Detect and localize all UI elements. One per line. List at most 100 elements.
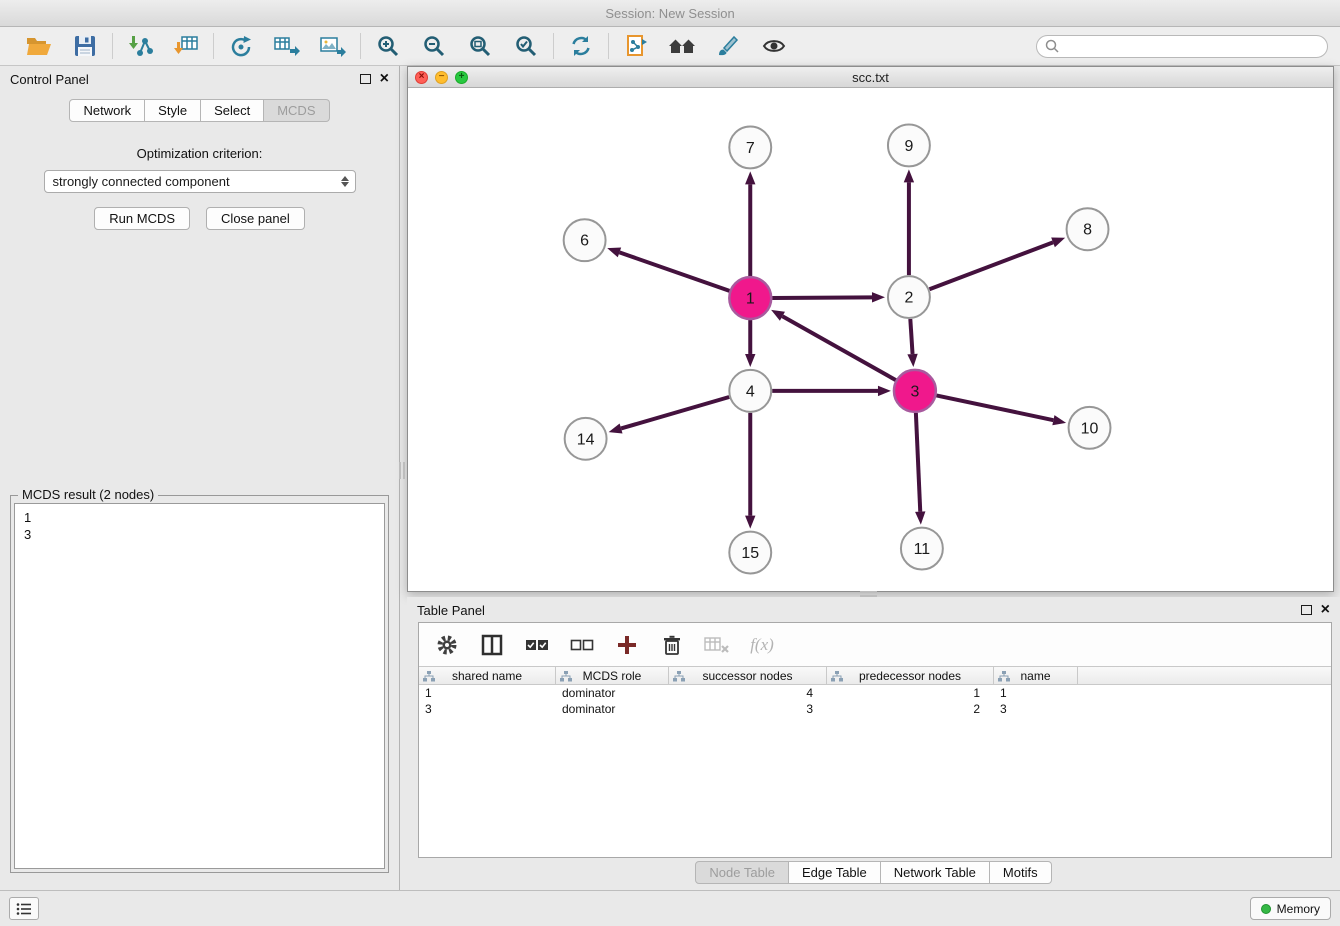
deselect-all-button[interactable] (569, 632, 595, 658)
add-row-button[interactable] (614, 632, 640, 658)
network-window-titlebar[interactable]: scc.txt × − + (408, 67, 1333, 88)
column-header-predecessor-nodes[interactable]: predecessor nodes (827, 667, 994, 684)
memory-status-dot (1261, 904, 1271, 914)
delete-table-icon (704, 635, 730, 655)
home-button[interactable] (667, 31, 697, 61)
search-icon (1045, 39, 1059, 53)
table-tab-node-table[interactable]: Node Table (695, 861, 789, 884)
column-header-label: predecessor nodes (859, 669, 961, 683)
import-table-button[interactable] (171, 31, 201, 61)
column-header-name[interactable]: name (994, 667, 1078, 684)
graph-edge-3-10[interactable] (936, 395, 1066, 425)
zoom-in-button[interactable] (373, 31, 403, 61)
close-window-button[interactable]: × (415, 71, 428, 84)
run-mcds-button[interactable]: Run MCDS (94, 207, 190, 230)
table-row[interactable]: 3dominator323 (419, 701, 1331, 717)
zoom-out-button[interactable] (419, 31, 449, 61)
minimize-window-button[interactable]: − (435, 71, 448, 84)
float-table-panel-icon[interactable] (1301, 605, 1312, 615)
tab-network[interactable]: Network (69, 99, 145, 122)
graph-edge-3-11[interactable] (915, 413, 925, 525)
save-session-button[interactable] (70, 31, 100, 61)
visibility-button[interactable] (759, 31, 789, 61)
search-input[interactable] (1063, 39, 1319, 53)
table-tab-network-table[interactable]: Network Table (881, 861, 990, 884)
graph-node-label: 9 (904, 138, 913, 155)
network-document-button[interactable] (621, 31, 651, 61)
table-cell: 2 (827, 701, 994, 717)
export-image-button[interactable] (318, 31, 348, 61)
tab-style[interactable]: Style (145, 99, 201, 122)
graph-edge-4-15[interactable] (745, 413, 755, 529)
table-tab-edge-table[interactable]: Edge Table (789, 861, 881, 884)
network-canvas[interactable]: 7 9 6 8 1 2 4 3 10 14 15 11 (408, 88, 1333, 591)
export-network-icon (229, 34, 253, 58)
zoom-fit-button[interactable] (465, 31, 495, 61)
search-box[interactable] (1036, 35, 1328, 58)
table-tab-motifs[interactable]: Motifs (990, 861, 1052, 884)
zoom-window-button[interactable]: + (455, 71, 468, 84)
export-table-button[interactable] (272, 31, 302, 61)
close-table-panel-icon[interactable]: × (1321, 604, 1330, 616)
graph-node-6[interactable]: 6 (564, 219, 606, 261)
graph-node-2[interactable]: 2 (888, 276, 930, 318)
paintbrush-icon (716, 34, 740, 58)
graph-node-4[interactable]: 4 (729, 370, 771, 412)
table-settings-button[interactable] (434, 632, 460, 658)
sort-hierarchy-icon (998, 671, 1010, 682)
select-all-button[interactable] (524, 632, 550, 658)
table-toolbar: f(x) (419, 623, 1331, 666)
delete-row-button[interactable] (659, 632, 685, 658)
function-builder-button: f(x) (749, 632, 775, 658)
graph-edge-2-9[interactable] (904, 169, 914, 275)
table-row[interactable]: 1dominator411 (419, 685, 1331, 701)
open-session-button[interactable] (24, 31, 54, 61)
close-panel-icon[interactable]: × (380, 73, 389, 85)
tab-select[interactable]: Select (201, 99, 264, 122)
column-header-mcds-role[interactable]: MCDS role (556, 667, 669, 684)
delete-table-button (704, 632, 730, 658)
task-history-button[interactable] (9, 897, 39, 920)
columns-icon (481, 634, 503, 656)
graph-node-14[interactable]: 14 (565, 418, 607, 460)
column-header-shared-name[interactable]: shared name (419, 667, 556, 684)
graph-node-3[interactable]: 3 (894, 370, 936, 412)
export-network-button[interactable] (226, 31, 256, 61)
apply-layout-button[interactable] (566, 31, 596, 61)
graph-edge-2-8[interactable] (929, 237, 1065, 289)
control-panel-tabs: NetworkStyleSelectMCDS (0, 99, 399, 122)
graph-node-11[interactable]: 11 (901, 528, 943, 570)
graph-edge-1-4[interactable] (745, 320, 755, 367)
node-table-body[interactable]: 1dominator4113dominator323 (419, 685, 1331, 857)
plus-icon (616, 634, 638, 656)
graph-node-8[interactable]: 8 (1067, 208, 1109, 250)
graph-edge-2-3[interactable] (907, 319, 917, 367)
column-header-successor-nodes[interactable]: successor nodes (669, 667, 827, 684)
close-panel-button[interactable]: Close panel (206, 207, 305, 230)
float-panel-icon[interactable] (360, 74, 371, 84)
style-button[interactable] (713, 31, 743, 61)
vertical-splitter-handle[interactable] (399, 462, 405, 479)
memory-button[interactable]: Memory (1250, 897, 1331, 920)
graph-node-7[interactable]: 7 (729, 126, 771, 168)
graph-edge-1-6[interactable] (607, 247, 729, 290)
graph-edge-1-7[interactable] (745, 171, 755, 276)
criterion-dropdown[interactable]: strongly connected component (44, 170, 356, 193)
graph-node-10[interactable]: 10 (1069, 407, 1111, 449)
table-panel-tabs: Node TableEdge TableNetwork TableMotifs (407, 861, 1340, 884)
column-header-label: shared name (452, 669, 522, 683)
zoom-selected-button[interactable] (511, 31, 541, 61)
optimization-criterion-label: Optimization criterion: (0, 146, 399, 161)
graph-edge-4-14[interactable] (609, 397, 730, 433)
graph-edge-3-1[interactable] (771, 310, 896, 380)
graph-node-9[interactable]: 9 (888, 124, 930, 166)
graph-node-15[interactable]: 15 (729, 532, 771, 574)
tab-mcds[interactable]: MCDS (264, 99, 329, 122)
graph-node-1[interactable]: 1 (729, 277, 771, 319)
import-network-button[interactable] (125, 31, 155, 61)
graph-edge-1-2[interactable] (772, 292, 885, 302)
mcds-result-box[interactable]: 13 (14, 503, 385, 869)
window-titlebar: Session: New Session (0, 0, 1340, 27)
toggle-columns-button[interactable] (479, 632, 505, 658)
graph-edge-4-3[interactable] (772, 386, 891, 396)
